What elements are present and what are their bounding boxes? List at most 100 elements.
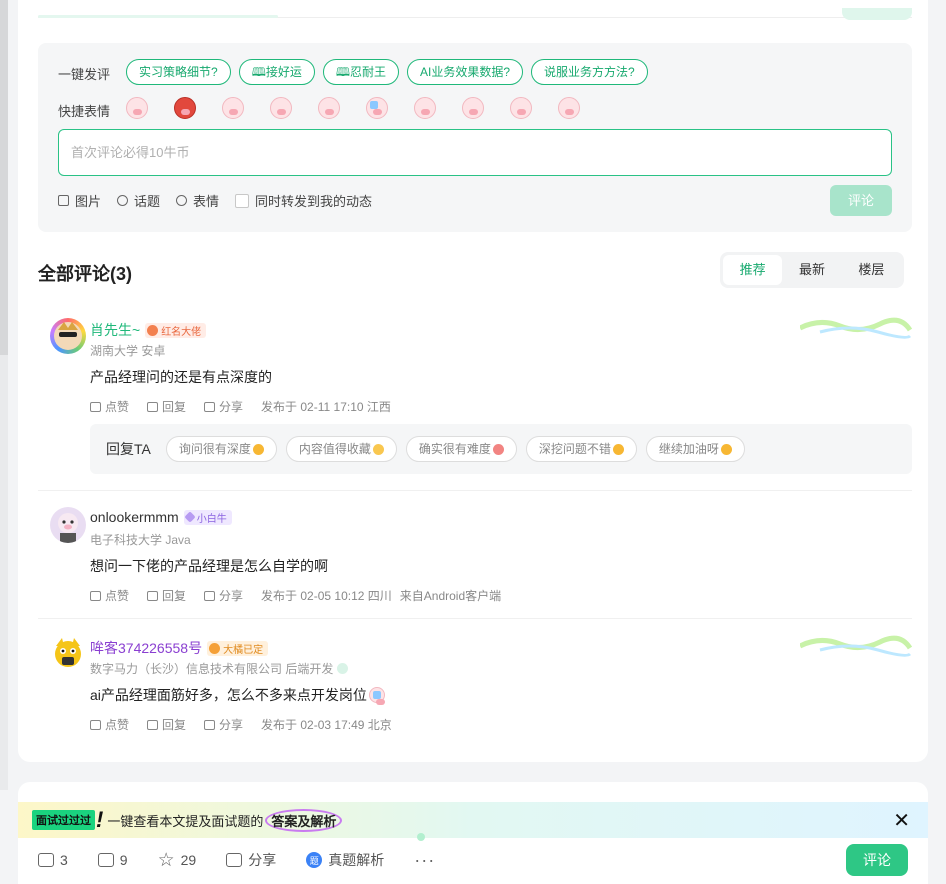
sparkle-emoji-icon [372, 443, 384, 455]
quick-comment-chip[interactable]: 🕮忍耐王 [322, 59, 399, 85]
share-button[interactable]: 分享 [204, 716, 243, 733]
author-school: 湖南大学 安卓 [90, 344, 166, 358]
quick-comment-chip[interactable]: 说服业务方方法? [531, 59, 648, 85]
analysis-icon: 题 [306, 852, 323, 868]
image-icon [58, 195, 69, 206]
author-name[interactable]: 肖先生~ [90, 320, 140, 340]
like-count-button[interactable]: 9 [97, 852, 128, 868]
muscle-emoji-icon [720, 443, 732, 455]
reply-chip[interactable]: 确实很有难度 [405, 436, 517, 462]
pig-emoji-icon[interactable] [414, 97, 436, 119]
banner-indicator [417, 833, 425, 841]
quick-comment-chip[interactable]: 实习策略细节? [126, 59, 231, 85]
avatar[interactable] [50, 507, 86, 543]
author-name[interactable]: onlookermmm [90, 509, 179, 525]
thumbs-up-icon [90, 401, 101, 412]
pig-emoji-icon[interactable] [558, 97, 580, 119]
comment-author: onlookermmm 小白牛 [90, 509, 232, 525]
quick-emoji-label: 快捷表情 [58, 104, 111, 119]
pig-emoji-icon[interactable] [126, 97, 148, 119]
name-decoration-icon [800, 635, 912, 657]
pig-emoji-icon[interactable] [270, 97, 292, 119]
pig-emoji-icon[interactable] [366, 97, 388, 119]
tab-latest[interactable]: 最新 [782, 255, 841, 285]
reply-button[interactable]: 回复 [147, 398, 186, 415]
topic-tool[interactable]: 话题 [117, 191, 160, 210]
like-button[interactable]: 点赞 [90, 587, 129, 604]
share-button[interactable]: 分享 [204, 587, 243, 604]
author-name[interactable]: 哞客374226558号 [90, 638, 202, 658]
reply-chip[interactable]: 深挖问题不错 [525, 436, 637, 462]
forward-option[interactable]: 同时转发到我的动态 [235, 191, 372, 210]
comment-actions: 点赞 回复 分享 发布于 02-11 17:10 江西 [90, 398, 391, 415]
smiley-icon [176, 195, 188, 206]
divider [38, 490, 912, 491]
share-icon [226, 853, 243, 867]
angry-pig-emoji-icon[interactable] [174, 97, 196, 119]
tab-floor[interactable]: 楼层 [842, 255, 901, 285]
pig-emoji-icon [368, 687, 385, 705]
tab-recommended[interactable]: 推荐 [723, 255, 783, 285]
reply-chip-label: 内容值得收藏 [298, 442, 371, 456]
reply-button[interactable]: 回复 [147, 716, 186, 733]
banner-emphasis: 答案及解析 [265, 808, 343, 832]
close-icon[interactable]: ✕ [893, 808, 910, 833]
like-label: 点赞 [105, 718, 130, 732]
pig-emoji-icon[interactable] [510, 97, 532, 119]
comments-count-button[interactable]: 3 [38, 852, 68, 868]
reply-icon [147, 401, 159, 412]
client-meta: 来自Android客户端 [399, 589, 502, 603]
reply-button[interactable]: 回复 [147, 587, 186, 604]
emoji-tool[interactable]: 表情 [176, 191, 219, 210]
badge-label: 小白牛 [196, 513, 227, 525]
avatar[interactable] [50, 318, 86, 354]
reply-chip[interactable]: 内容值得收藏 [285, 436, 397, 462]
publish-meta: 发布于 02-05 10:12 四川 [261, 589, 392, 603]
pig-emoji-icon[interactable] [462, 97, 484, 119]
more-icon[interactable]: ··· [414, 850, 435, 871]
reply-chip-label: 深挖问题不错 [538, 442, 611, 456]
interview-answer-banner[interactable]: 面试过过过 ! 一键查看本文提及面试题的 答案及解析 ✕ [18, 802, 928, 838]
reply-ta-label: 回复TA [106, 441, 151, 457]
quick-comment-chip[interactable]: AI业务效果数据? [407, 59, 524, 85]
image-tool-label: 图片 [75, 194, 102, 209]
like-button[interactable]: 点赞 [90, 398, 129, 415]
comment-actions: 点赞 回复 分享 发布于 02-05 10:12 四川 来自Android客户端 [90, 587, 501, 604]
reply-ta-box: 回复TA 询问很有深度 内容值得收藏 确实很有难度 深挖问题不错 继续加油呀 [90, 424, 912, 474]
submit-comment-button[interactable]: 评论 [830, 185, 892, 216]
avatar-image [58, 513, 78, 543]
reply-chip-label: 继续加油呀 [658, 442, 719, 456]
share-toolbar-button[interactable]: 分享 [226, 850, 276, 870]
avatar-image [55, 638, 81, 667]
left-scrollbar-thumb[interactable] [0, 0, 8, 355]
banner-text: 一键查看本文提及面试题的 [107, 813, 264, 829]
publish-meta: 发布于 02-03 17:49 北京 [261, 718, 392, 732]
reply-chip[interactable]: 继续加油呀 [645, 436, 745, 462]
share-label: 分享 [219, 589, 244, 603]
like-label: 点赞 [105, 589, 130, 603]
reply-label: 回复 [162, 400, 187, 414]
author-company: 数字马力（长沙）信息技术有限公司 后端开发 [90, 660, 349, 677]
topic-tool-label: 话题 [134, 194, 161, 209]
star-count-button[interactable]: ☆ 29 [158, 851, 197, 870]
quick-comment-chip[interactable]: 🕮接好运 [238, 59, 315, 85]
comment-item: 肖先生~ 红名大佬 湖南大学 安卓 产品经理问的还是有点深度的 点赞 回复 分享… [38, 312, 912, 491]
forward-checkbox[interactable] [235, 193, 250, 208]
pig-emoji-icon[interactable] [318, 97, 340, 119]
share-button[interactable]: 分享 [204, 398, 243, 415]
user-badge: 小白牛 [183, 509, 232, 525]
image-tool[interactable]: 图片 [58, 191, 101, 210]
left-scrollbar-track[interactable] [0, 0, 8, 790]
analysis-button[interactable]: 题真题解析 [306, 850, 384, 870]
badge-icon [147, 324, 159, 336]
pig-emoji-icon[interactable] [222, 97, 244, 119]
comment-input[interactable]: 首次评论必得10牛币 [58, 129, 892, 176]
comment-icon [38, 853, 54, 867]
user-badge: 大橘已定 [207, 640, 269, 656]
author-school: 电子科技大学 Java [90, 533, 191, 547]
avatar[interactable] [50, 636, 86, 672]
reply-chip[interactable]: 询问很有深度 [165, 436, 277, 462]
like-button[interactable]: 点赞 [90, 716, 129, 733]
thumbs-up-icon [90, 590, 101, 601]
comment-button[interactable]: 评论 [846, 844, 908, 876]
